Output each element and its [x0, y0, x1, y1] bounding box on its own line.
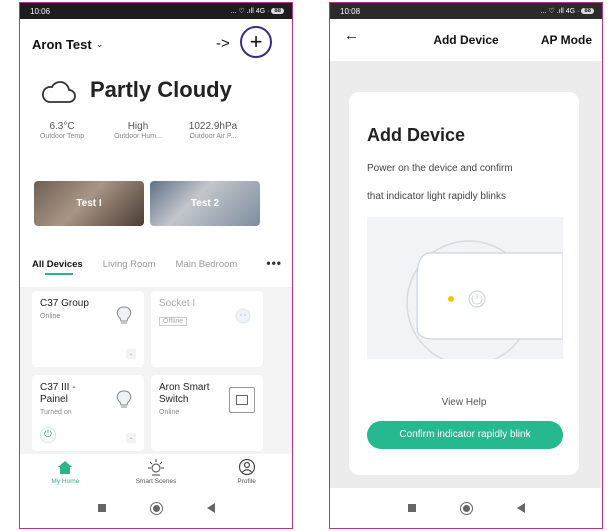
tab-all-devices[interactable]: All Devices	[32, 259, 83, 270]
power-icon[interactable]: ⏻	[40, 427, 56, 443]
weather-stat-label: Outdoor Air P...	[189, 133, 237, 140]
content-area: Add Device Power on the device and confi…	[330, 61, 602, 491]
chevron-down-icon[interactable]: ⌄	[126, 433, 136, 443]
active-tab-indicator	[45, 273, 73, 275]
tab-profile[interactable]: Profile	[212, 458, 282, 485]
cloud-icon	[41, 81, 76, 103]
status-time: 10:08	[340, 6, 361, 16]
switch-icon	[229, 387, 255, 413]
tab-smart-scenes[interactable]: Smart Scenes	[121, 458, 191, 485]
offline-badge: Offline	[159, 317, 188, 326]
chevron-down-icon[interactable]: ⌄	[96, 39, 104, 50]
bulb-icon	[116, 306, 132, 324]
status-time: 10:06	[30, 6, 51, 16]
add-device-header: ← Add Device AP Mode	[330, 19, 602, 61]
device-card-socket[interactable]: Socket I Offline	[151, 291, 263, 367]
more-options-icon[interactable]: •••	[266, 256, 282, 270]
system-nav-bar	[20, 488, 292, 528]
bottom-tab-bar: My Home Smart Scenes Profile	[20, 454, 292, 490]
tab-living-room[interactable]: Living Room	[103, 259, 156, 270]
device-card-c37-group[interactable]: C37 Group Online ⌄	[32, 291, 144, 367]
device-card-c37-painel[interactable]: C37 III - Painel Turned on ⏻ ⌄	[32, 375, 144, 451]
device-grid: C37 Group Online ⌄ Socket I Offline C37 …	[20, 287, 292, 465]
card-description-line1: Power on the device and confirm	[367, 163, 513, 174]
home-button[interactable]	[149, 501, 163, 515]
weather-panel: Partly Cloudy 6.3°C Outdoor Temp High Ou…	[20, 69, 292, 181]
add-device-screen: 10:08 ... ♡ .ıll 4G · 88 ← Add Device AP…	[329, 2, 603, 529]
home-button[interactable]	[459, 501, 473, 515]
weather-stat-label: Outdoor Hum...	[114, 133, 162, 140]
tab-my-home[interactable]: My Home	[30, 458, 100, 485]
weather-stat-temp: 6.3°C Outdoor Temp	[32, 121, 92, 140]
weather-stat-value: 1022.9hPa	[188, 121, 238, 132]
status-icons: ... ♡ .ıll 4G ·	[540, 8, 580, 15]
profile-icon	[238, 458, 256, 476]
instruction-card: Add Device Power on the device and confi…	[349, 92, 579, 475]
weather-stat-value: 6.3°C	[49, 121, 75, 132]
card-description-line2: that indicator light rapidly blinks	[367, 191, 506, 202]
tab-main-bedroom[interactable]: Main Bedroom	[176, 259, 238, 270]
home-screen: 10:06 ... ♡ .ıll 4G · 88 Aron Test ⌄ -> …	[19, 2, 293, 529]
confirm-blink-button[interactable]: Confirm indicator rapidly blink	[367, 421, 563, 449]
bulb-icon	[116, 390, 132, 408]
ap-mode-button[interactable]: AP Mode	[541, 33, 592, 47]
home-selector[interactable]: Aron Test	[32, 37, 92, 52]
recents-button[interactable]	[407, 504, 416, 512]
status-bar: 10:06 ... ♡ .ıll 4G · 88	[20, 3, 292, 19]
home-icon	[57, 458, 73, 476]
card-title: Add Device	[367, 125, 466, 145]
socket-icon	[235, 308, 251, 324]
annotation-arrow: ->	[216, 35, 230, 52]
tab-label: Profile	[237, 478, 256, 485]
room-card-test1[interactable]: Test I	[34, 181, 144, 226]
battery-indicator: 88	[271, 8, 284, 14]
tab-label: My Home	[51, 478, 80, 485]
chevron-down-icon[interactable]: ⌄	[126, 349, 136, 359]
room-tabs: All Devices Living Room Main Bedroom •••	[20, 241, 292, 287]
weather-condition: Partly Cloudy	[90, 77, 232, 102]
home-header: Aron Test ⌄ -> +	[20, 19, 292, 69]
recents-button[interactable]	[97, 504, 106, 512]
status-bar: 10:08 ... ♡ .ıll 4G · 88	[330, 3, 602, 19]
back-button[interactable]	[206, 503, 215, 513]
room-card-label: Test I	[76, 198, 102, 209]
tab-label: Smart Scenes	[135, 478, 177, 485]
room-card-label: Test 2	[190, 198, 220, 209]
room-cards: Test I Test 2	[20, 181, 292, 241]
battery-indicator: 88	[581, 8, 594, 14]
room-card-test2[interactable]: Test 2	[150, 181, 260, 226]
status-icons: ... ♡ .ıll 4G ·	[230, 8, 270, 15]
sun-icon	[147, 458, 165, 476]
weather-stat-label: Outdoor Temp	[39, 133, 85, 140]
system-nav-bar	[330, 488, 602, 528]
back-button[interactable]	[516, 503, 525, 513]
device-card-smart-switch[interactable]: Aron Smart Switch Online	[151, 375, 263, 451]
view-help-link[interactable]: View Help	[349, 397, 579, 408]
add-device-button[interactable]: +	[240, 26, 272, 58]
weather-stat-pressure: 1022.9hPa Outdoor Air P...	[180, 121, 246, 140]
device-illustration	[367, 217, 563, 359]
weather-stat-value: High	[127, 121, 149, 132]
blinking-device-illustration	[406, 240, 563, 359]
weather-stat-humidity: High Outdoor Hum...	[108, 121, 168, 140]
